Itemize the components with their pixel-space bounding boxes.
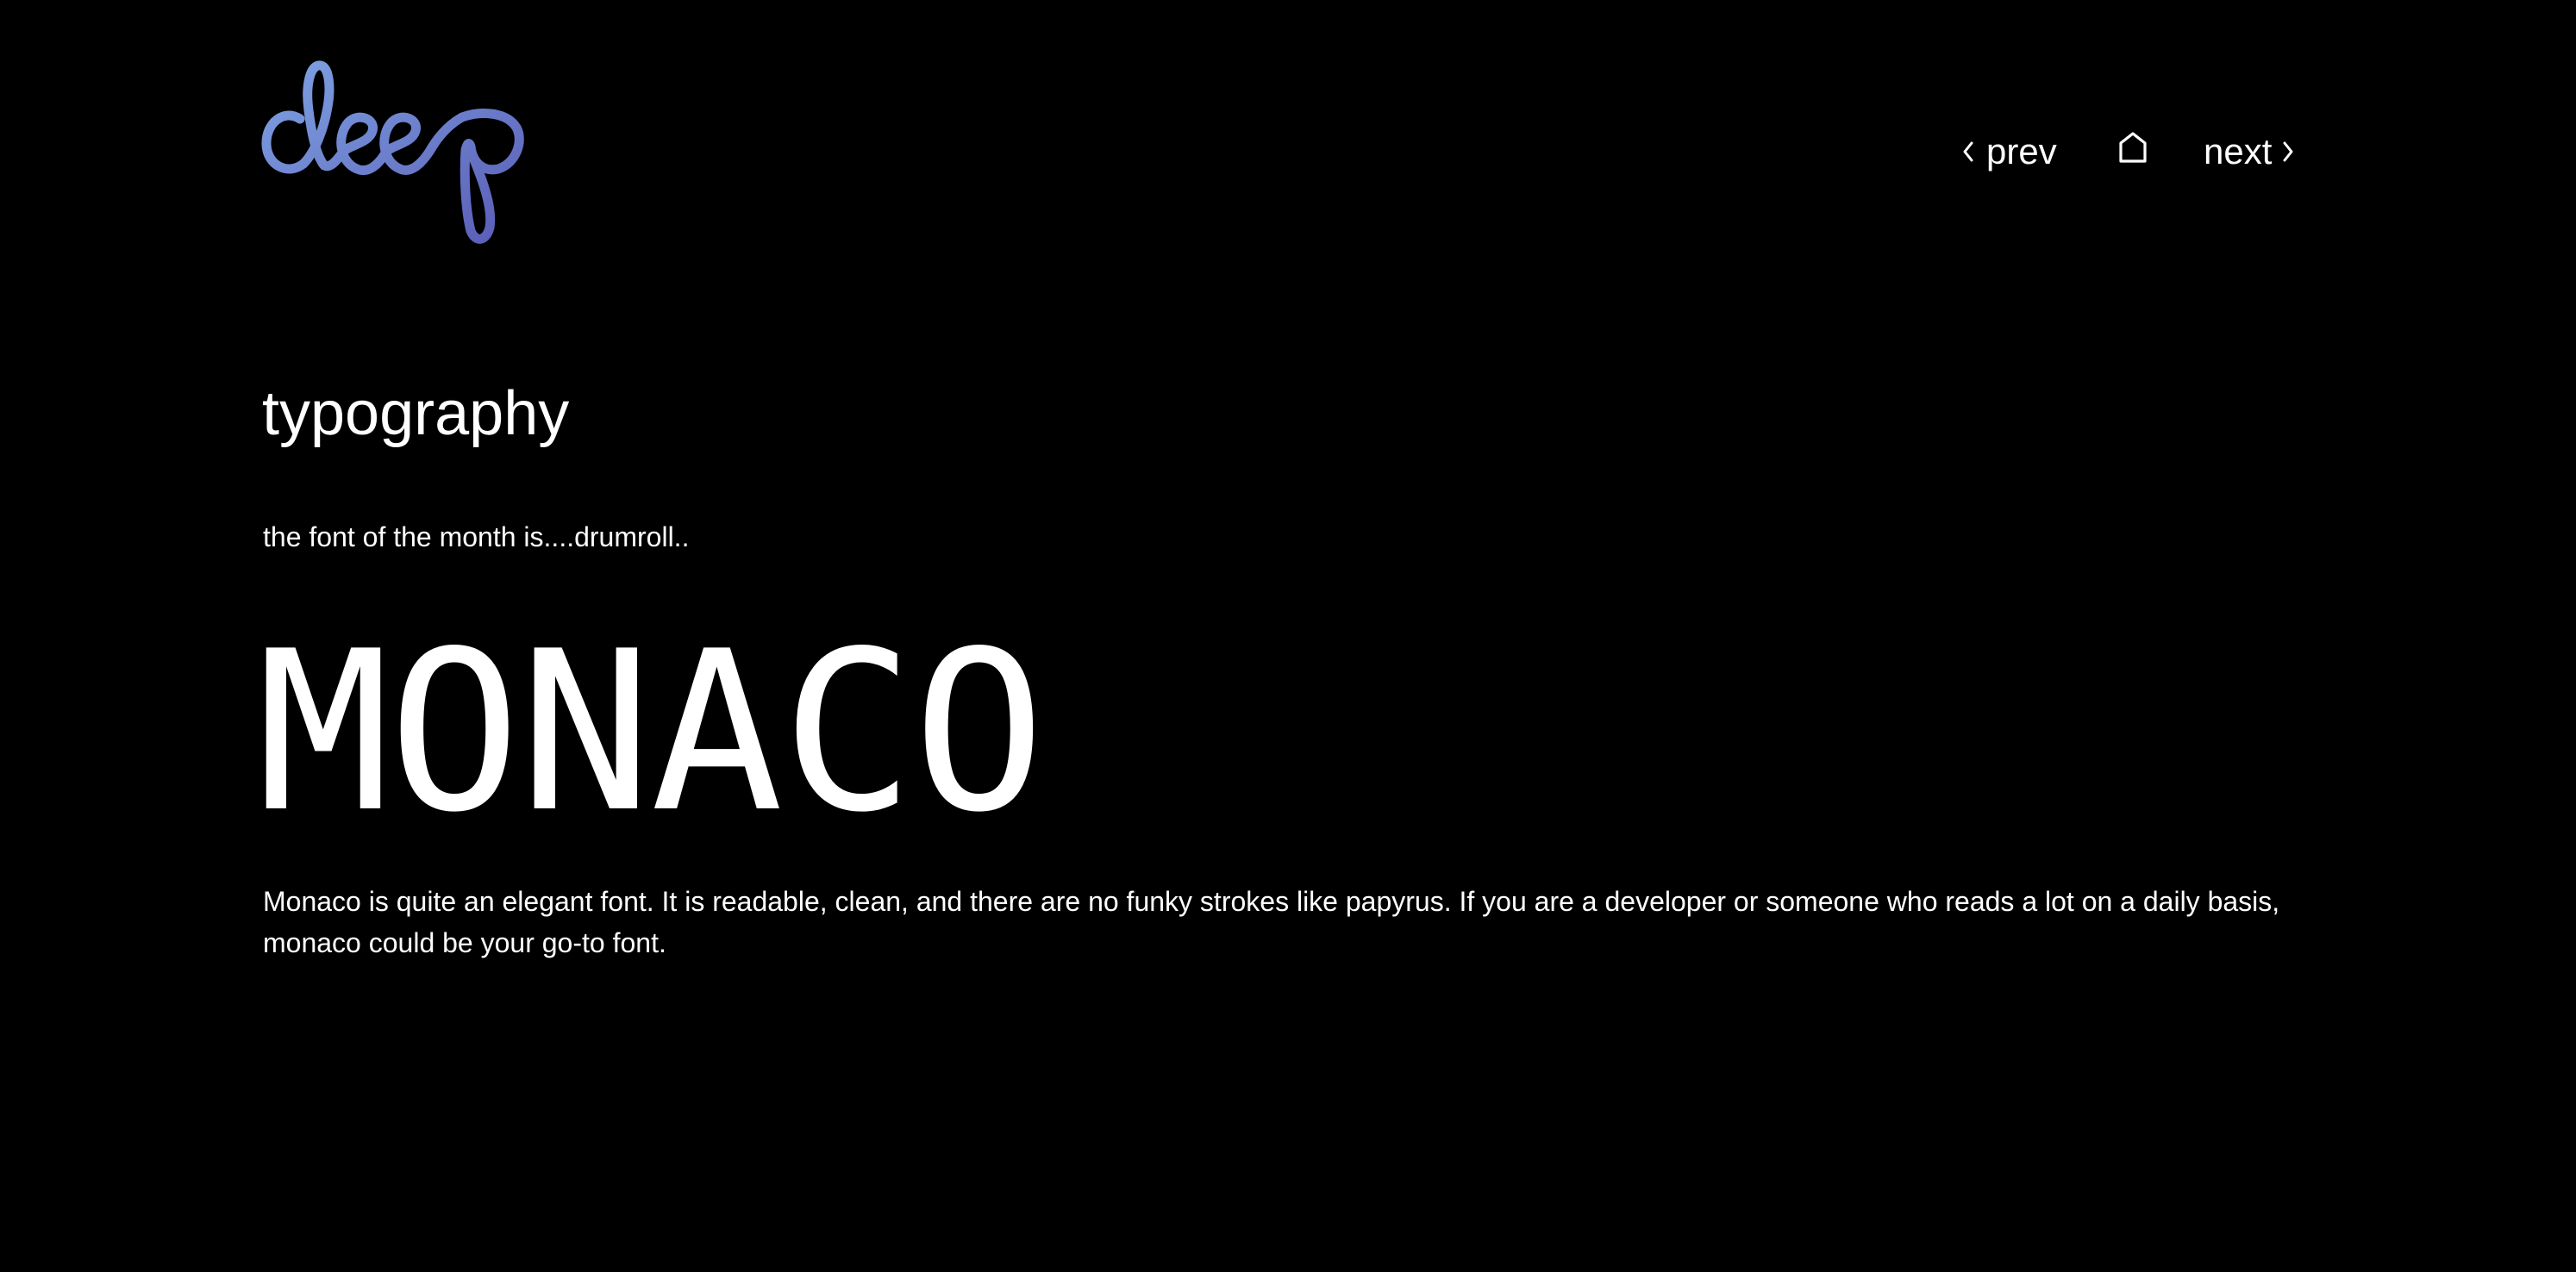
chevron-right-icon [2282, 121, 2299, 183]
intro-text: the font of the month is....drumroll.. [263, 521, 690, 552]
font-description: Monaco is quite an elegant font. It is r… [263, 886, 2280, 958]
page-title: typography [262, 379, 570, 448]
chevron-left-icon [1962, 121, 1979, 183]
home-icon [2117, 131, 2148, 172]
prev-link[interactable]: prev [1962, 121, 2057, 183]
top-nav: prev next [1962, 121, 2307, 183]
deep-logo[interactable] [260, 55, 528, 246]
next-link[interactable]: next [2204, 121, 2299, 183]
home-link[interactable] [2116, 121, 2150, 183]
next-label: next [2204, 131, 2273, 171]
featured-font-name: MONACO [257, 604, 1046, 861]
prev-label: prev [1986, 131, 2057, 171]
